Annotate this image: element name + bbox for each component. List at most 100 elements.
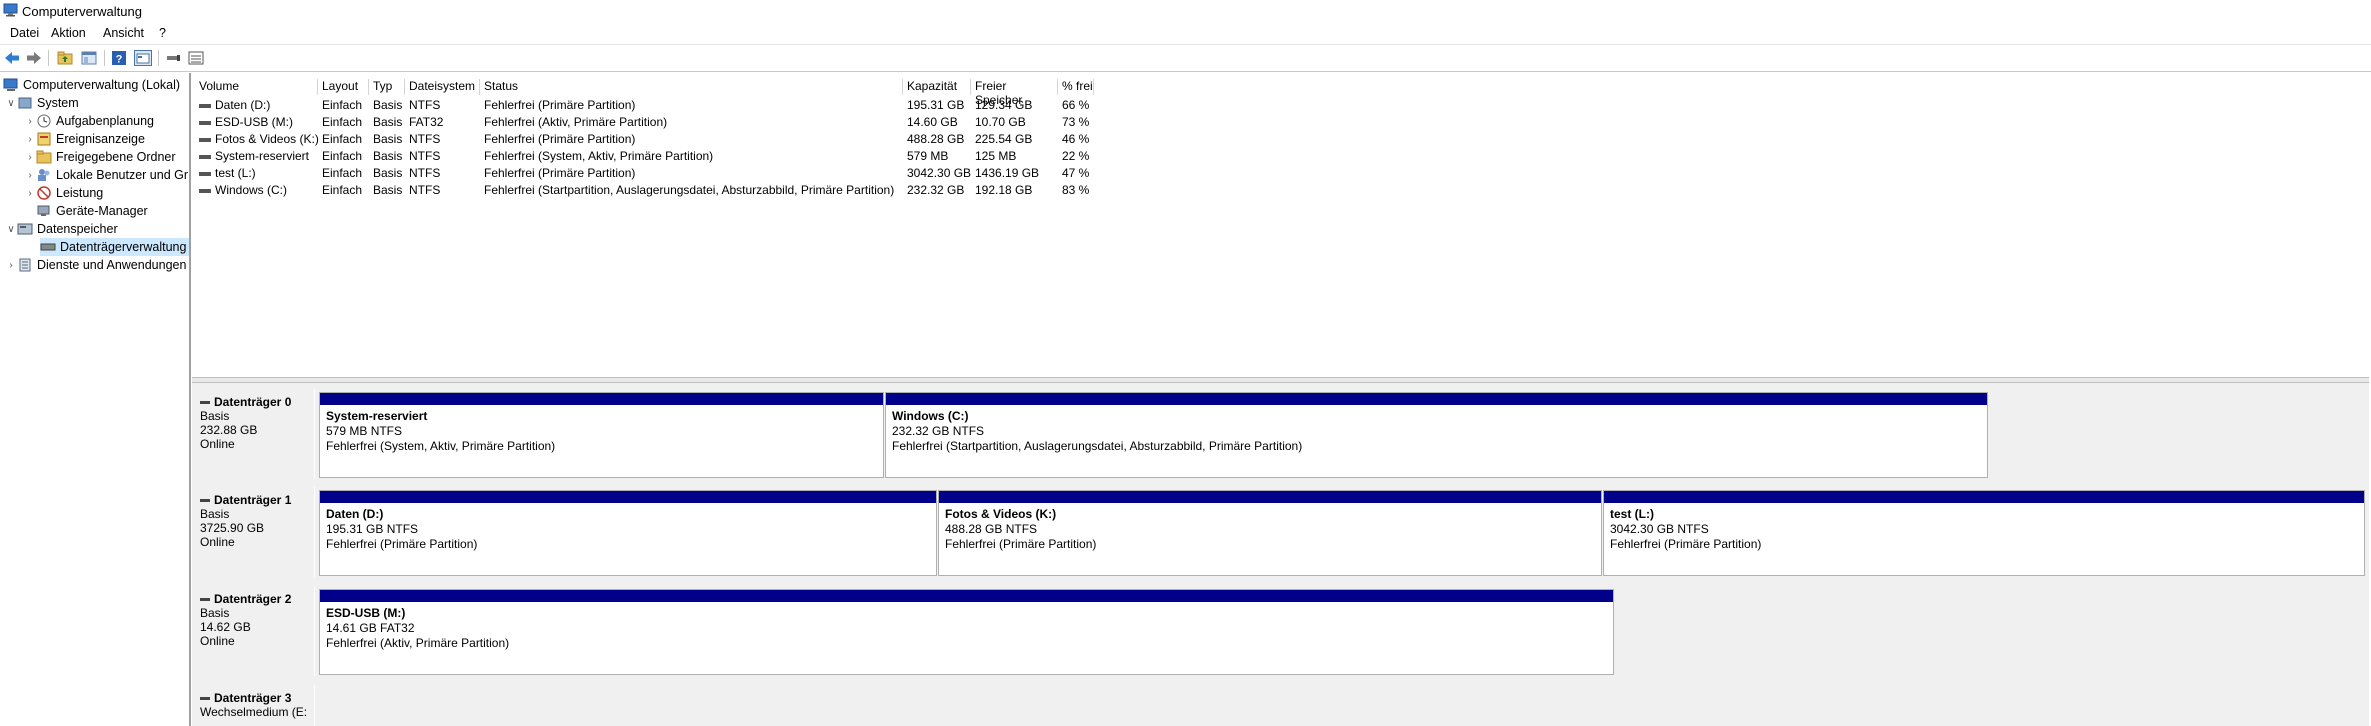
partition-name: Fotos & Videos (K:): [945, 507, 1057, 521]
help-icon[interactable]: ?: [110, 49, 128, 67]
clock-icon: [36, 114, 52, 128]
chevron-right-icon[interactable]: ›: [24, 188, 36, 199]
chevron-down-icon[interactable]: ∨: [5, 98, 17, 109]
disk-2-label[interactable]: Datenträger 2 Basis 14.62 GB Online: [194, 586, 315, 676]
volume-icon: [199, 103, 211, 108]
column-header-prozent-frei[interactable]: % frei: [1058, 79, 1094, 95]
partition-size: 3042.30 GB NTFS: [1610, 522, 1709, 536]
partition-esd-usb-m[interactable]: ESD-USB (M:) 14.61 GB FAT32 Fehlerfrei (…: [319, 589, 1614, 675]
cell-volume[interactable]: test (L:): [195, 166, 318, 182]
volume-list: Volume Layout Typ Dateisystem Status Kap…: [192, 75, 2369, 377]
cell-layout: Einfach: [322, 98, 363, 112]
tree-item-dienste[interactable]: › Dienste und Anwendungen: [5, 256, 186, 274]
cell-dateisystem: FAT32: [409, 115, 444, 129]
up-folder-icon[interactable]: [56, 49, 74, 67]
chevron-right-icon[interactable]: ›: [5, 260, 17, 271]
cell-volume[interactable]: ESD-USB (M:): [195, 115, 318, 131]
tree-item-label: Computerverwaltung (Lokal): [23, 78, 181, 92]
toolbar-separator: [104, 50, 105, 66]
properties-icon[interactable]: [134, 49, 152, 67]
menu-help[interactable]: ?: [159, 26, 166, 40]
tree-item-geraete-manager[interactable]: Geräte-Manager: [36, 202, 148, 220]
disk-3-label[interactable]: Datenträger 3 Wechselmedium (E:: [194, 685, 315, 726]
cell-status: Fehlerfrei (Startpartition, Auslagerungs…: [484, 183, 895, 197]
disk-management-icon: [40, 240, 56, 254]
svg-text:?: ?: [116, 54, 123, 66]
chevron-right-icon[interactable]: ›: [24, 170, 36, 181]
column-header-kapazitaet[interactable]: Kapazität: [903, 79, 971, 95]
cell-freier-speicher: 129.34 GB: [975, 98, 1033, 112]
partition-daten-d[interactable]: Daten (D:) 195.31 GB NTFS Fehlerfrei (Pr…: [319, 490, 937, 576]
column-header-layout[interactable]: Layout: [318, 79, 369, 95]
connect-icon[interactable]: [164, 49, 182, 67]
partition-size: 195.31 GB NTFS: [326, 522, 419, 536]
chevron-down-icon[interactable]: ∨: [5, 224, 17, 235]
menu-ansicht[interactable]: Ansicht: [103, 26, 144, 40]
column-header-typ[interactable]: Typ: [369, 79, 405, 95]
disk-state: Online: [200, 437, 235, 451]
disk-1-label[interactable]: Datenträger 1 Basis 3725.90 GB Online: [194, 487, 315, 577]
tree-item-system[interactable]: ∨ System: [5, 94, 78, 112]
show-hide-tree-icon[interactable]: [80, 49, 98, 67]
partition-fotos-videos-k[interactable]: Fotos & Videos (K:) 488.28 GB NTFS Fehle…: [938, 490, 1602, 576]
cell-typ: Basis: [373, 149, 403, 163]
partition-system-reserviert[interactable]: System-reserviert 579 MB NTFS Fehlerfrei…: [319, 392, 884, 478]
cell-volume[interactable]: Fotos & Videos (K:): [195, 132, 319, 148]
partition-status: Fehlerfrei (Primäre Partition): [945, 537, 1097, 551]
chevron-right-icon[interactable]: ›: [24, 152, 36, 163]
partition-name: Daten (D:): [326, 507, 384, 521]
volume-icon: [199, 188, 211, 193]
disk-type: Basis: [200, 606, 230, 620]
cell-volume[interactable]: Daten (D:): [195, 98, 318, 114]
device-manager-icon: [36, 204, 52, 218]
shared-folder-icon: [36, 150, 52, 164]
column-header-freier-speicher[interactable]: Freier Speicher: [971, 79, 1058, 107]
view-icon[interactable]: [187, 49, 205, 67]
disk-0-label[interactable]: Datenträger 0 Basis 232.88 GB Online: [194, 389, 315, 479]
disk-size: 14.62 GB: [200, 620, 251, 634]
back-arrow-icon[interactable]: [3, 49, 21, 67]
volume-icon: [199, 154, 211, 159]
partition-name: ESD-USB (M:): [326, 606, 406, 620]
partition-status: Fehlerfrei (Primäre Partition): [326, 537, 478, 551]
column-header-dateisystem[interactable]: Dateisystem: [405, 79, 480, 95]
cell-volume[interactable]: Windows (C:): [195, 183, 318, 199]
tree-item-lokale-benutzer[interactable]: › Lokale Benutzer und Gr: [24, 166, 188, 184]
cell-text: Fotos & Videos (K:): [215, 132, 319, 146]
cell-text: System-reserviert: [215, 149, 310, 163]
forward-arrow-icon[interactable]: [25, 49, 43, 67]
cell-volume[interactable]: System-reserviert: [195, 149, 318, 165]
chevron-right-icon[interactable]: ›: [24, 116, 36, 127]
cell-dateisystem: NTFS: [409, 149, 441, 163]
tree-item-root[interactable]: Computerverwaltung (Lokal): [3, 76, 180, 94]
tree-item-datenspeicher[interactable]: ∨ Datenspeicher: [5, 220, 117, 238]
tree-item-datentraegerverwaltung[interactable]: Datenträgerverwaltung: [40, 238, 189, 256]
partition-size: 488.28 GB NTFS: [945, 522, 1038, 536]
partition-test-l[interactable]: test (L:) 3042.30 GB NTFS Fehlerfrei (Pr…: [1603, 490, 2365, 576]
menu-aktion[interactable]: Aktion: [51, 26, 86, 40]
tree-item-freigegebene-ordner[interactable]: › Freigegebene Ordner: [24, 148, 175, 166]
tree-item-leistung[interactable]: › Leistung: [24, 184, 103, 202]
disk-type: Basis: [200, 507, 230, 521]
partition-windows-c[interactable]: Windows (C:) 232.32 GB NTFS Fehlerfrei (…: [885, 392, 1988, 478]
cell-kapazitaet: 488.28 GB: [907, 132, 965, 146]
cell-dateisystem: NTFS: [409, 132, 441, 146]
cell-dateisystem: NTFS: [409, 183, 441, 197]
column-header-volume[interactable]: Volume: [195, 79, 318, 95]
tree-item-ereignisanzeige[interactable]: › Ereignisanzeige: [24, 130, 145, 148]
tree-item-label: Aufgabenplanung: [56, 114, 155, 128]
cell-freier-speicher: 125 MB: [975, 149, 1017, 163]
column-header-status[interactable]: Status: [480, 79, 903, 95]
cell-typ: Basis: [373, 98, 403, 112]
cell-layout: Einfach: [322, 166, 363, 180]
disk-state: Online: [200, 634, 235, 648]
toolbar-separator: [158, 50, 159, 66]
cell-prozent-frei: 66 %: [1062, 98, 1090, 112]
partition-bar: [939, 491, 1601, 503]
tree-item-label: Lokale Benutzer und Gr: [56, 168, 189, 182]
menu-datei[interactable]: Datei: [10, 26, 39, 40]
tree-item-aufgabenplanung[interactable]: › Aufgabenplanung: [24, 112, 154, 130]
cell-prozent-frei: 47 %: [1062, 166, 1090, 180]
cell-typ: Basis: [373, 183, 403, 197]
chevron-right-icon[interactable]: ›: [24, 134, 36, 145]
